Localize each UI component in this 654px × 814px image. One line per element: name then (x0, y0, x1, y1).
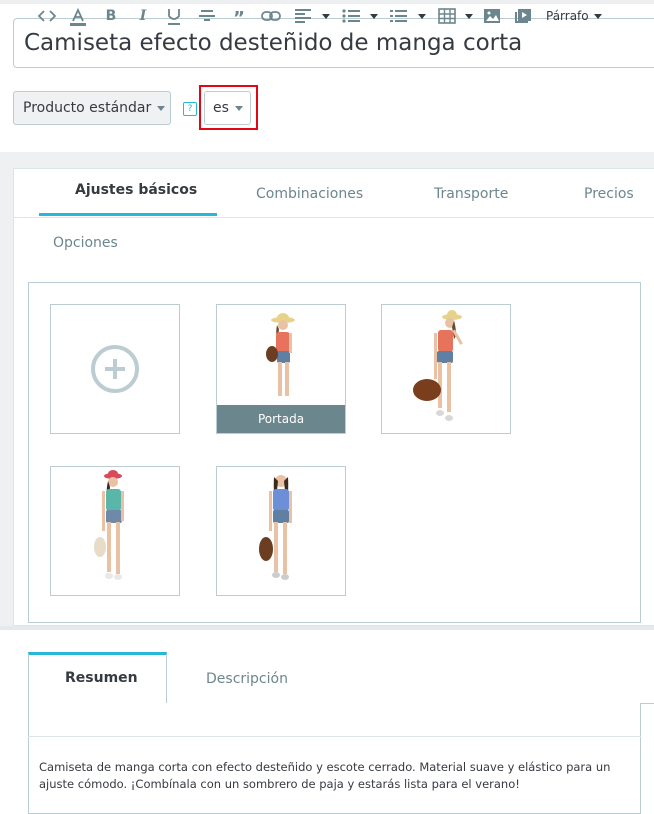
chevron-down-icon[interactable] (465, 14, 473, 19)
link-icon[interactable] (261, 8, 281, 24)
bullet-list-icon[interactable] (342, 8, 360, 24)
language-label: es (213, 100, 229, 116)
product-image-thumbnail[interactable]: Portada (216, 304, 346, 434)
active-tab-indicator (39, 213, 217, 216)
chevron-down-icon (234, 105, 243, 111)
tab-combinations[interactable]: Combinaciones (256, 186, 363, 202)
chevron-down-icon[interactable] (418, 14, 426, 19)
align-icon[interactable] (294, 8, 312, 24)
product-image-thumbnail[interactable] (216, 466, 346, 596)
summary-content[interactable]: Camiseta de manga corta con efecto deste… (39, 759, 619, 793)
numbered-list-icon[interactable] (389, 8, 407, 24)
font-color-icon[interactable] (68, 7, 88, 26)
code-icon[interactable] (37, 8, 57, 24)
tab-options[interactable]: Opciones (53, 235, 118, 251)
plus-circle-icon (91, 345, 139, 393)
product-photo (259, 475, 292, 580)
product-photo (94, 470, 124, 580)
chevron-down-icon (157, 105, 166, 111)
image-icon[interactable] (483, 8, 501, 24)
tabs-divider (13, 217, 654, 218)
table-icon[interactable] (438, 8, 456, 24)
product-name-input[interactable]: Camiseta efecto desteñido de manga corta (13, 18, 654, 68)
cover-label: Portada (217, 405, 345, 433)
tab-summary[interactable]: Resumen (65, 670, 138, 686)
header-shadow (0, 0, 654, 4)
format-dropdown-label[interactable]: Párrafo (546, 8, 594, 24)
tab-basic-settings[interactable]: Ajustes básicos (75, 182, 197, 198)
bold-icon[interactable]: B (103, 8, 119, 24)
strikethrough-icon[interactable] (198, 8, 216, 24)
tab-description[interactable]: Descripción (206, 671, 288, 687)
chevron-down-icon[interactable] (594, 14, 602, 19)
add-image-button[interactable] (50, 304, 180, 434)
media-icon[interactable] (514, 8, 532, 24)
chevron-down-icon[interactable] (370, 14, 378, 19)
tab-pricing[interactable]: Precios (584, 186, 634, 202)
product-type-dropdown[interactable]: Producto estándar (13, 91, 171, 125)
underline-icon[interactable] (166, 8, 182, 25)
editor-toolbar (28, 704, 641, 737)
product-image-thumbnail[interactable] (381, 304, 511, 434)
product-photo (413, 310, 463, 421)
quote-icon[interactable]: ” (231, 8, 247, 29)
help-icon[interactable]: ? (183, 102, 197, 116)
italic-icon[interactable]: I (135, 8, 151, 24)
language-dropdown[interactable]: es (204, 91, 251, 125)
product-type-label: Producto estándar (23, 100, 152, 116)
tab-shipping[interactable]: Transporte (434, 186, 508, 202)
chevron-down-icon[interactable] (322, 14, 330, 19)
product-image-thumbnail[interactable] (50, 466, 180, 596)
